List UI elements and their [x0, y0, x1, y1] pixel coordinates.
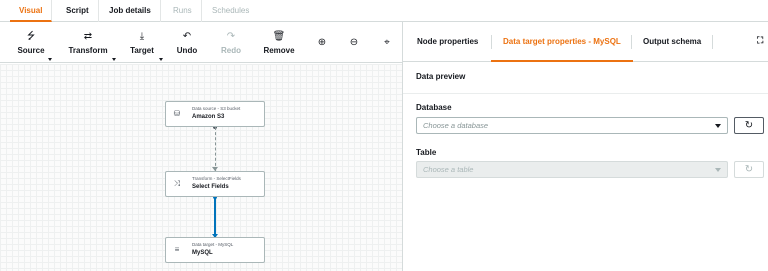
redo-icon: ↷ [226, 31, 236, 42]
fit-screen-icon: ⌖ [384, 37, 390, 48]
database-select[interactable]: Choose a database [416, 117, 728, 134]
chevron-down-icon [159, 58, 163, 61]
divider [403, 93, 768, 94]
refresh-icon: ↻ [744, 120, 754, 131]
edge-transform-target [214, 197, 216, 237]
properties-tabs: Node properties Data target properties -… [403, 22, 768, 62]
redo-button[interactable]: ↷ Redo [218, 31, 244, 59]
tab-separator [712, 35, 713, 49]
zoom-out-icon: ⊖ [349, 37, 359, 48]
tab-job-details[interactable]: Job details [100, 0, 161, 22]
undo-icon: ↶ [182, 31, 192, 42]
expand-icon[interactable]: ⛶ [757, 35, 763, 46]
table-select[interactable]: Choose a table [416, 161, 728, 178]
zoom-in-icon: ⊕ [317, 37, 327, 48]
zoom-out-button[interactable]: ⊖ [348, 37, 360, 65]
tab-node-properties[interactable]: Node properties [405, 22, 490, 62]
edge-source-transform [215, 127, 216, 171]
data-preview-label[interactable]: Data preview [416, 72, 465, 81]
target-button[interactable]: ⤓ Target [128, 31, 163, 61]
tab-runs[interactable]: Runs [164, 0, 202, 22]
database-icon: ≡ [174, 245, 180, 254]
refresh-database-button[interactable]: ↻ [734, 117, 764, 134]
node-amazon-s3[interactable]: ⛁ Data source - S3 bucket Amazon S3 [165, 101, 265, 127]
canvas-toolbar: ⭍ Source ⇄ Transform ⤓ Target ↶ Undo ↷ R… [0, 25, 402, 63]
undo-button[interactable]: ↶ Undo [174, 31, 200, 59]
transform-icon: ⇄ [83, 31, 93, 42]
editor-tabs: Visual Script Job details Runs Schedules [0, 0, 768, 22]
tab-visual[interactable]: Visual [10, 0, 53, 22]
refresh-table-button[interactable]: ↻ [734, 161, 764, 178]
node-mysql[interactable]: ≡ Data target - MySQL MySQL [165, 237, 265, 263]
source-icon: ⭍ [26, 31, 36, 42]
tab-output-schema[interactable]: Output schema [631, 22, 713, 62]
table-label: Table [416, 148, 437, 157]
remove-button[interactable]: 🗑 Remove [262, 31, 296, 59]
tab-schedules[interactable]: Schedules [203, 0, 258, 22]
chevron-down-icon [48, 58, 52, 61]
fit-screen-button[interactable]: ⌖ [381, 37, 393, 65]
trash-icon: 🗑 [272, 31, 286, 42]
database-label: Database [416, 103, 452, 112]
node-select-fields[interactable]: ⤨ Transform - SelectFields Select Fields [165, 171, 265, 197]
refresh-icon: ↻ [744, 164, 754, 175]
transform-button[interactable]: ⇄ Transform [66, 31, 116, 61]
shuffle-icon: ⤨ [173, 179, 181, 188]
target-icon: ⤓ [139, 31, 145, 42]
chevron-down-icon [112, 58, 116, 61]
chevron-down-icon [715, 168, 721, 172]
zoom-in-button[interactable]: ⊕ [316, 37, 328, 65]
tab-script[interactable]: Script [57, 0, 99, 22]
tab-data-target-properties[interactable]: Data target properties - MySQL [491, 22, 633, 62]
source-button[interactable]: ⭍ Source [14, 31, 52, 61]
s3-bucket-icon: ⛁ [173, 109, 181, 118]
chevron-down-icon [715, 124, 721, 128]
